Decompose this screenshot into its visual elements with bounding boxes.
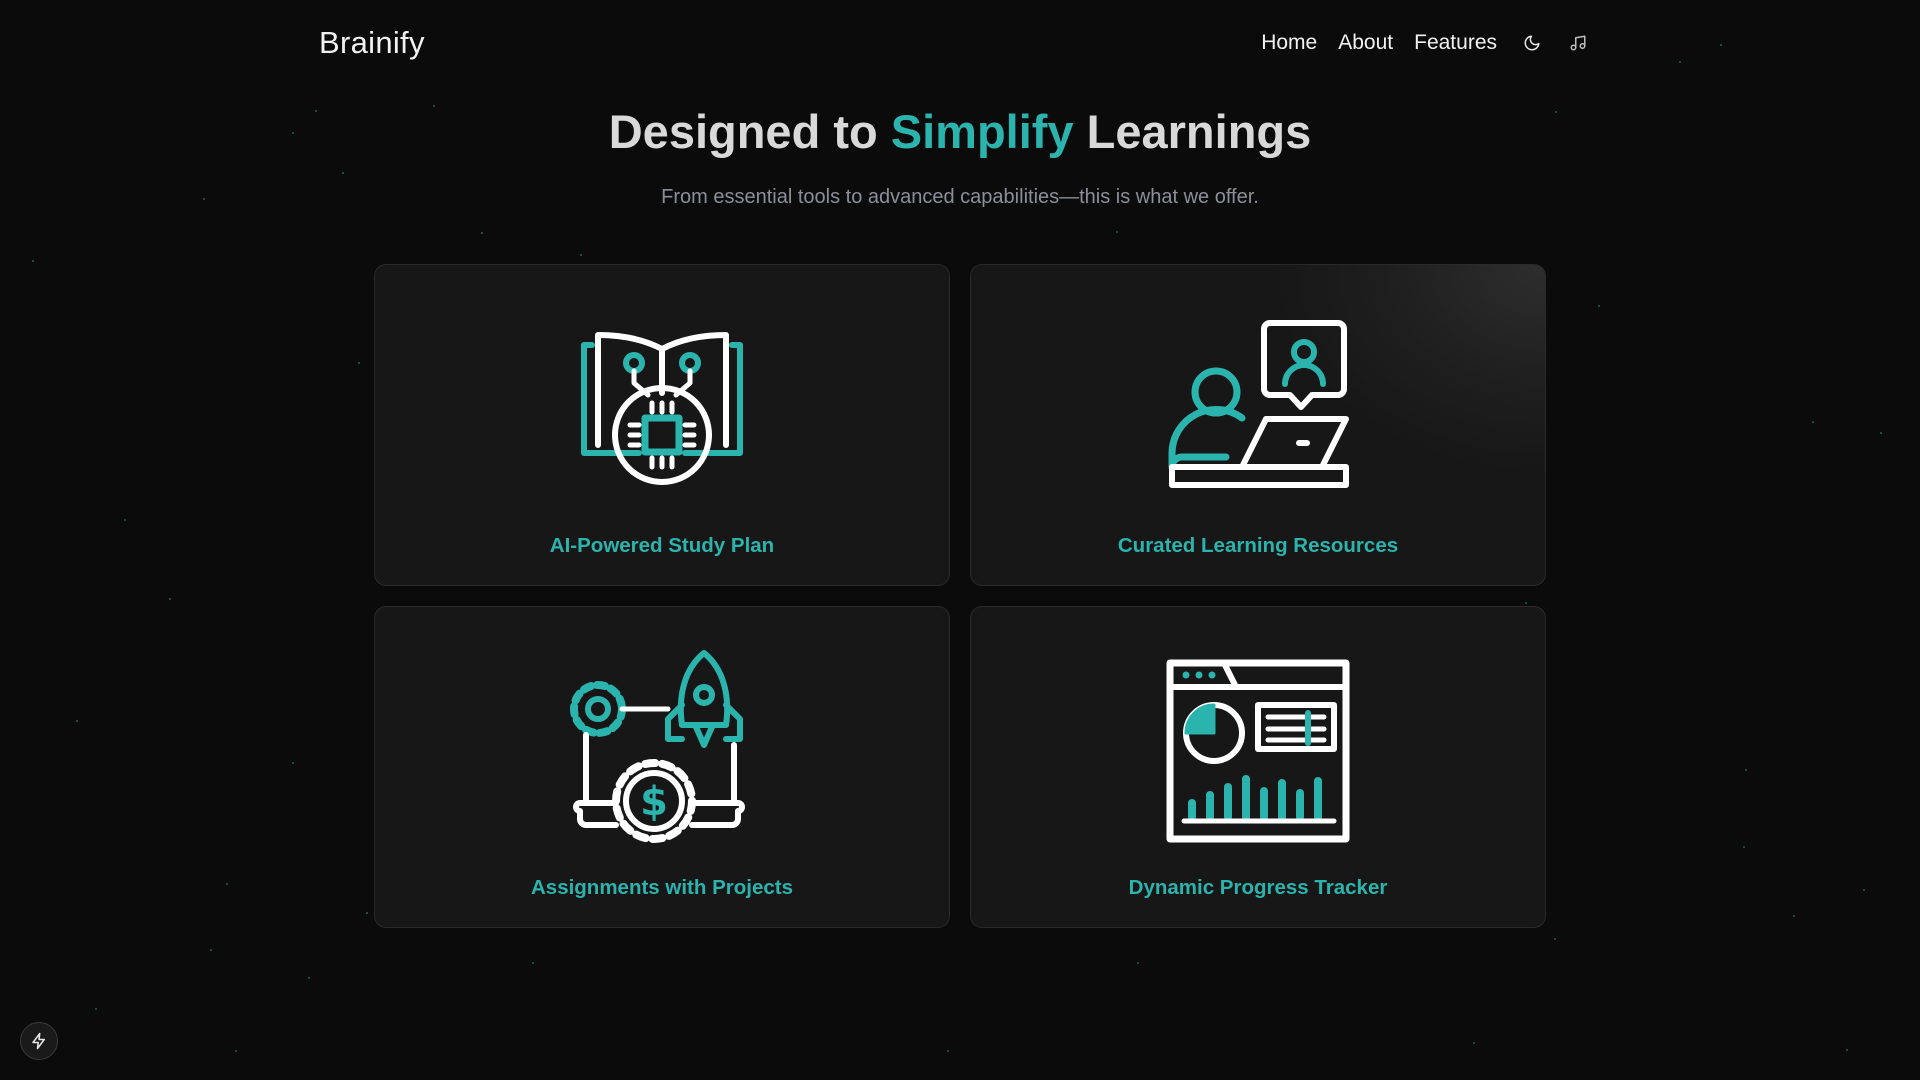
feature-card-title: Dynamic Progress Tracker (1128, 876, 1388, 899)
top-navbar: Brainify Home About Features (319, 22, 1589, 64)
brand-logo[interactable]: Brainify (319, 25, 425, 61)
feature-card-title: AI-Powered Study Plan (549, 534, 775, 557)
ai-book-chip-icon (581, 332, 743, 485)
moon-icon[interactable] (1521, 32, 1543, 54)
nav-home-link[interactable]: Home (1261, 31, 1317, 55)
svg-text:$: $ (640, 779, 668, 825)
hero-title-accent: Simplify (890, 105, 1074, 158)
starfield-background (0, 0, 1920, 1080)
music-icon[interactable] (1567, 32, 1589, 54)
feature-card-curated-resources[interactable]: Curated Learning Resources (970, 264, 1546, 586)
nav-links: Home About Features (1240, 31, 1589, 55)
nav-about-link[interactable]: About (1338, 31, 1393, 55)
online-tutor-icon (1168, 320, 1349, 488)
analytics-dashboard-icon (1166, 659, 1350, 843)
nav-features-link[interactable]: Features (1414, 31, 1497, 55)
feature-card-title: Curated Learning Resources (1117, 534, 1399, 557)
feature-card-assignments[interactable]: $ Assignments with Projects (374, 606, 950, 928)
lightning-icon (32, 1032, 45, 1050)
feature-card-progress-tracker[interactable]: Dynamic Progress Tracker (970, 606, 1546, 928)
lightning-icon-button[interactable] (20, 1022, 58, 1060)
hero-subtitle: From essential tools to advanced capabil… (661, 186, 1259, 208)
hero-title: Designed to Simplify Learnings (608, 105, 1312, 158)
rocket-gears-laptop-icon: $ (570, 650, 745, 843)
feature-card-title: Assignments with Projects (530, 876, 793, 899)
feature-card-ai-study-plan[interactable]: AI-Powered Study Plan (374, 264, 950, 586)
